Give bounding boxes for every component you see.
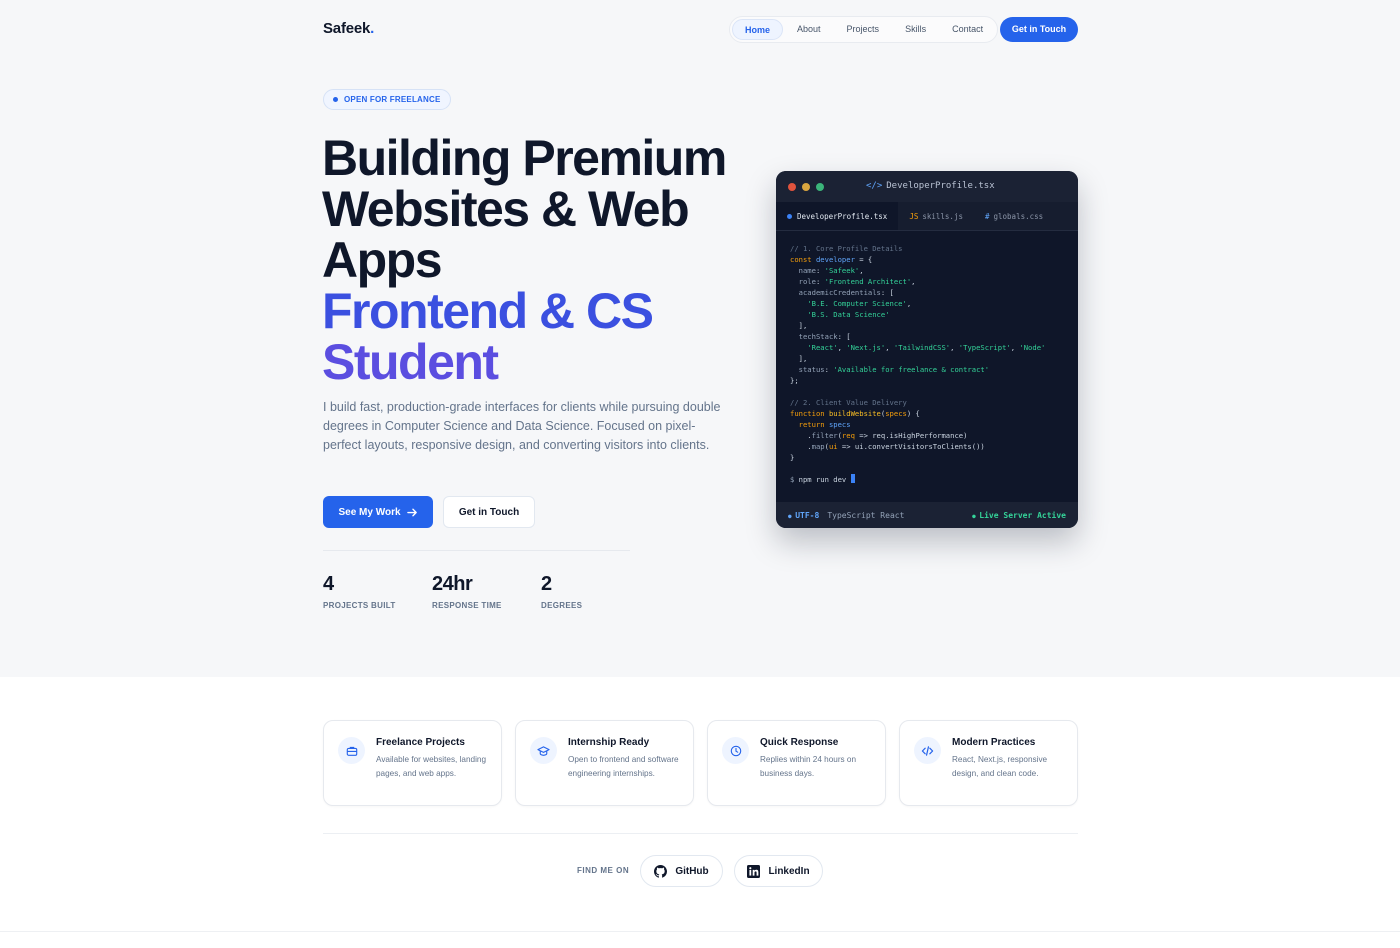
- see-my-work-button[interactable]: See My Work: [323, 496, 433, 528]
- freelance-badge: OPEN FOR FREELANCE: [323, 89, 451, 110]
- github-link[interactable]: GitHub: [640, 855, 723, 887]
- feature-card-freelance: Freelance Projects Available for website…: [323, 720, 502, 806]
- find-me-label: FIND ME ON: [577, 866, 630, 875]
- code-content: // 1. Core Profile Details const develop…: [790, 244, 1046, 484]
- nav-link-projects[interactable]: Projects: [835, 19, 892, 40]
- code-editor-window: </> DeveloperProfile.tsx DeveloperProfile…: [776, 171, 1078, 528]
- hero-title: Building Premium Websites & Web Apps Fro…: [322, 133, 782, 388]
- feature-desc: React, Next.js, responsive design, and c…: [952, 755, 1048, 778]
- code-icon: [914, 737, 941, 764]
- stat-label: PROJECTS BUILT: [323, 601, 396, 610]
- clock-icon: [722, 737, 749, 764]
- stat-projects: 4 PROJECTS BUILT: [323, 573, 396, 610]
- status-language: TypeScript React: [827, 510, 905, 520]
- hero-highlight-line: Frontend & CS: [322, 283, 654, 339]
- linkedin-link[interactable]: LinkedIn: [734, 855, 823, 887]
- feature-card-response: Quick Response Replies within 24 hours o…: [707, 720, 886, 806]
- logo[interactable]: Safeek.: [323, 20, 374, 37]
- footer-divider: [0, 931, 1400, 932]
- nav-links: Home About Projects Skills Contact: [729, 16, 999, 43]
- feature-title: Freelance Projects: [376, 737, 465, 748]
- stat-response: 24hr RESPONSE TIME: [432, 573, 502, 610]
- feature-card-internship: Internship Ready Open to frontend and so…: [515, 720, 694, 806]
- get-in-touch-button[interactable]: Get in Touch: [443, 496, 535, 528]
- hero-title-line: Building Premium: [322, 130, 727, 186]
- briefcase-icon: [338, 737, 365, 764]
- divider: [323, 833, 1078, 834]
- navbar: Safeek. Home About Projects Skills Conta…: [323, 16, 1078, 44]
- hero-lead: I build fast, production-grade interface…: [323, 400, 721, 452]
- terminal-cursor: [850, 474, 855, 483]
- hero-title-line: Apps: [322, 232, 443, 288]
- badge-text: OPEN FOR FREELANCE: [344, 95, 441, 104]
- stat-label: DEGREES: [541, 601, 583, 610]
- stat-value: 4: [323, 573, 334, 595]
- nav-link-skills[interactable]: Skills: [893, 19, 938, 40]
- nav-get-in-touch-button[interactable]: Get in Touch: [1000, 17, 1078, 42]
- nav-link-home[interactable]: Home: [732, 19, 784, 40]
- css-file-icon: #: [984, 212, 990, 221]
- feature-title: Quick Response: [760, 737, 839, 748]
- code-icon: </>: [866, 181, 883, 191]
- editor-tab-skills[interactable]: JS skills.js: [898, 202, 974, 230]
- editor-tab-globals[interactable]: # globals.css: [974, 202, 1054, 230]
- status-encoding: UTF-8: [788, 511, 819, 520]
- feature-desc: Open to frontend and software engineerin…: [568, 755, 679, 778]
- hero-title-line: Websites & Web: [322, 181, 690, 237]
- status-dot-icon: [333, 97, 338, 102]
- hero-highlight-line: Student: [322, 334, 499, 390]
- file-dot-icon: [787, 214, 792, 219]
- js-file-icon: JS: [909, 212, 919, 221]
- stat-value: 24hr: [432, 573, 473, 595]
- arrow-right-icon: [406, 508, 417, 516]
- feature-desc: Replies within 24 hours on business days…: [760, 755, 857, 778]
- editor-statusbar: UTF-8 TypeScript React Live Server Activ…: [776, 502, 1078, 528]
- stat-value: 2: [541, 573, 552, 595]
- graduation-cap-icon: [530, 737, 557, 764]
- github-icon: [654, 864, 668, 878]
- editor-tabs: DeveloperProfile.tsx JS skills.js # global…: [776, 202, 1078, 231]
- see-my-work-label: See My Work: [338, 506, 401, 518]
- divider: [323, 550, 630, 551]
- github-label: GitHub: [675, 865, 709, 877]
- feature-title: Modern Practices: [952, 737, 1036, 748]
- linkedin-label: LinkedIn: [768, 865, 810, 877]
- stat-degrees: 2 DEGREES: [541, 573, 582, 610]
- feature-card-modern: Modern Practices React, Next.js, respons…: [899, 720, 1078, 806]
- stat-label: RESPONSE TIME: [432, 601, 502, 610]
- feature-desc: Available for websites, landing pages, a…: [376, 755, 486, 778]
- nav-link-contact[interactable]: Contact: [940, 19, 995, 40]
- feature-title: Internship Ready: [568, 737, 650, 748]
- maximize-dot-icon: [816, 183, 824, 191]
- editor-tab-developerprofile[interactable]: DeveloperProfile.tsx: [776, 202, 899, 230]
- nav-link-about[interactable]: About: [785, 19, 833, 40]
- status-live-server: Live Server Active: [972, 511, 1066, 520]
- editor-filename: </> DeveloperProfile.tsx: [866, 181, 995, 191]
- editor-titlebar: </> DeveloperProfile.tsx: [776, 171, 1078, 202]
- linkedin-icon: [747, 864, 761, 878]
- close-dot-icon: [788, 183, 796, 191]
- minimize-dot-icon: [802, 183, 810, 191]
